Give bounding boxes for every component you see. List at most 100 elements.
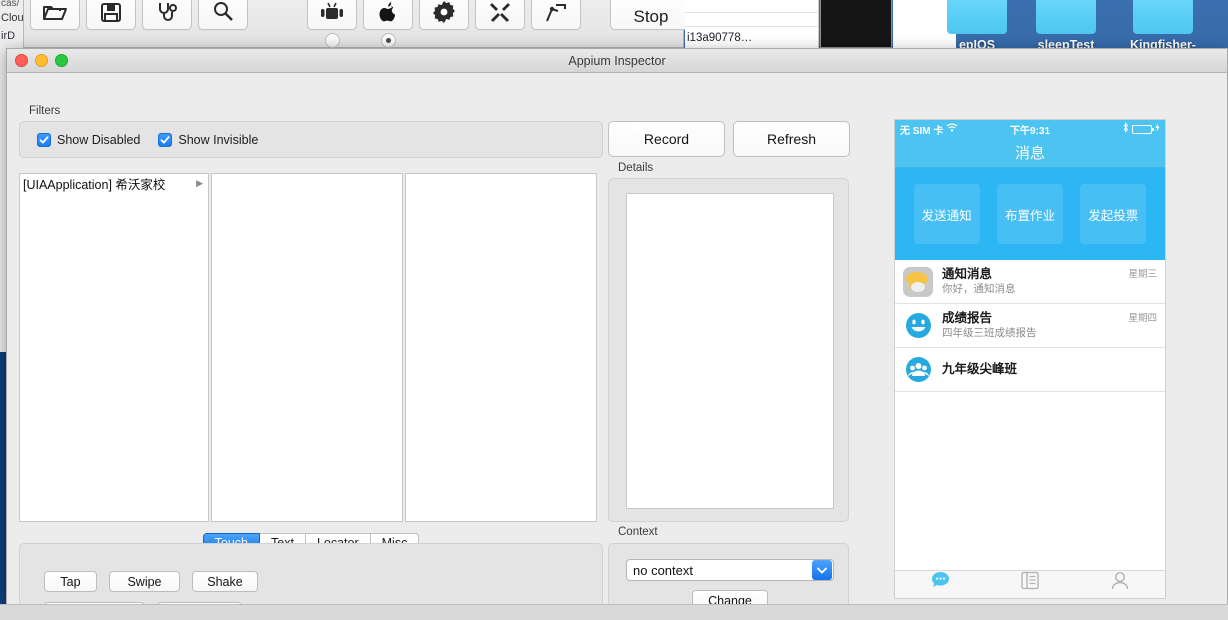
list-item[interactable]: 通知消息 你好，通知消息 星期三	[895, 260, 1165, 304]
desktop-icon-kingfisher[interactable]: Kingfisher-	[1120, 0, 1206, 52]
nav-title: 消息	[1014, 145, 1045, 162]
message-list-empty-area	[895, 392, 1165, 570]
desktop-icon-sleeptest[interactable]: sleepTest	[1023, 0, 1109, 52]
message-subtitle: 你好，通知消息	[942, 283, 1016, 295]
quick-action-assign-homework[interactable]: 布置作业	[996, 184, 1063, 244]
gear-icon-button[interactable]	[419, 0, 469, 30]
message-time: 星期三	[1128, 269, 1157, 280]
tab-messages[interactable]: 消息	[895, 571, 985, 599]
desktop-icon-epios[interactable]: epIOS	[934, 0, 1020, 52]
ios-nav-bar: 消息	[895, 138, 1165, 168]
contacts-book-icon	[1021, 571, 1039, 595]
record-button[interactable]: Record	[608, 121, 725, 157]
element-tree-browser[interactable]: [UIAApplication] 希沃家校 ▶	[19, 173, 603, 522]
tab-label: 我	[1115, 596, 1124, 599]
checkbox-label: Show Invisible	[178, 132, 259, 147]
bluetooth-icon	[1122, 122, 1129, 136]
stop-button[interactable]: Stop	[610, 0, 692, 30]
filters-group: Show Disabled Show Invisible	[19, 121, 603, 158]
swipe-button[interactable]: Swipe	[109, 571, 180, 592]
details-group-label: Details	[618, 162, 654, 174]
checkbox-show-disabled[interactable]: Show Disabled	[37, 132, 141, 147]
ios-radio[interactable]	[381, 33, 396, 48]
context-group: no context Change	[608, 543, 849, 613]
list-item[interactable]: 九年级尖峰班	[895, 348, 1165, 392]
finder-fragment-3: irD	[1, 30, 16, 42]
tree-row-label: [UIAApplication] 希沃家校	[23, 178, 166, 192]
tree-row[interactable]: [UIAApplication] 希沃家校 ▶	[20, 174, 208, 193]
appium-main-window-toolbar: Stop	[24, 0, 692, 48]
tree-column-3[interactable]	[405, 173, 597, 522]
tab-contacts[interactable]: 通讯录	[985, 571, 1075, 599]
tap-button[interactable]: Tap	[44, 571, 97, 592]
chevron-right-icon[interactable]: ▶	[196, 178, 203, 189]
message-title: 九年级尖峰班	[942, 362, 1018, 376]
status-time: 下午9:31	[1010, 125, 1051, 137]
charging-bolt-icon	[1155, 123, 1160, 135]
ios-status-bar: 无 SIM 卡 下午9:31	[895, 120, 1165, 138]
message-title: 通知消息	[942, 267, 993, 281]
quick-action-send-notice[interactable]: 发送通知	[913, 184, 980, 244]
group-avatar	[903, 354, 933, 385]
wifi-icon	[946, 123, 958, 135]
stethoscope-icon-button[interactable]	[142, 0, 192, 30]
tab-label: 通讯录	[1016, 596, 1043, 599]
save-icon-button[interactable]	[86, 0, 136, 30]
desktop-icon-tile	[1133, 0, 1193, 34]
tab-profile[interactable]: 我	[1075, 571, 1165, 599]
checkmark-icon	[158, 132, 173, 147]
checkbox-label: Show Disabled	[57, 132, 141, 147]
context-group-label: Context	[618, 526, 658, 538]
message-list: 通知消息 你好，通知消息 星期三 成绩报告 四年级三班成绩报告 星期四 九年级尖…	[895, 260, 1165, 570]
details-content[interactable]	[626, 193, 834, 509]
context-select[interactable]: no context	[626, 559, 834, 581]
message-title: 成绩报告	[942, 311, 993, 325]
apple-icon-button[interactable]	[363, 0, 413, 30]
android-icon-button[interactable]	[307, 0, 357, 30]
record-refresh-row: Record Refresh	[608, 121, 850, 157]
appium-inspector-window: Appium Inspector Filters Show Disabled S…	[6, 48, 1228, 620]
message-subtitle: 四年级三班成绩报告	[942, 327, 1037, 339]
desktop-icon-tile	[1036, 0, 1096, 34]
action-buttons-panel: Tap Swipe Shake Precise Tap Scroll To	[19, 543, 603, 620]
window-titlebar[interactable]: Appium Inspector	[7, 49, 1227, 73]
smiley-avatar	[903, 310, 933, 341]
list-item[interactable]: 成绩报告 四年级三班成绩报告 星期四	[895, 304, 1165, 348]
background-pane-list: i13a90778…	[685, 0, 819, 48]
checkmark-icon	[37, 132, 51, 147]
context-select-value: no context	[633, 562, 693, 578]
quick-actions-panel: 发送通知 布置作业 发起投票	[895, 168, 1165, 260]
background-pane-text: i13a90778…	[687, 32, 753, 44]
window-body: Filters Show Disabled Show Invisible [UI…	[7, 73, 1227, 620]
background-pane-dark	[820, 0, 892, 48]
window-traffic-lights[interactable]	[15, 54, 68, 67]
tab-label: 消息	[931, 596, 949, 599]
magnifier-icon-button[interactable]	[198, 0, 248, 30]
filters-group-label: Filters	[29, 105, 61, 117]
robot-arm-icon-button[interactable]	[531, 0, 581, 30]
minimize-icon[interactable]	[35, 54, 48, 67]
desktop-bottom-strip	[0, 604, 1228, 620]
quick-action-start-vote[interactable]: 发起投票	[1080, 184, 1147, 244]
tree-column-2[interactable]	[211, 173, 403, 522]
message-time: 星期四	[1128, 313, 1157, 324]
ios-tab-bar[interactable]: 消息 通讯录 我	[895, 570, 1165, 599]
screen-root: cas/ Clou irD Stop i13a90778… epIOS slee…	[0, 0, 1228, 620]
shake-button[interactable]: Shake	[192, 571, 258, 592]
chevron-down-icon[interactable]	[812, 560, 832, 580]
battery-icon	[1132, 124, 1155, 134]
device-screen-mirror[interactable]: 无 SIM 卡 下午9:31 消息 发送通知 布置作业 发起投票 通知消息 你好…	[894, 119, 1166, 599]
tree-column-1[interactable]: [UIAApplication] 希沃家校 ▶	[19, 173, 209, 522]
refresh-button[interactable]: Refresh	[733, 121, 850, 157]
open-folder-icon-button[interactable]	[30, 0, 80, 30]
chat-bubble-icon	[931, 571, 950, 595]
desktop-icon-tile	[947, 0, 1007, 34]
checkbox-show-invisible[interactable]: Show Invisible	[158, 132, 259, 147]
finder-fragment-1: cas/	[1, 0, 20, 9]
tools-icon-button[interactable]	[475, 0, 525, 30]
speech-bubble-avatar	[903, 266, 933, 297]
finder-fragment-2: Clou	[1, 12, 24, 24]
zoom-icon[interactable]	[55, 54, 68, 67]
close-icon[interactable]	[15, 54, 28, 67]
android-radio[interactable]	[325, 33, 340, 48]
